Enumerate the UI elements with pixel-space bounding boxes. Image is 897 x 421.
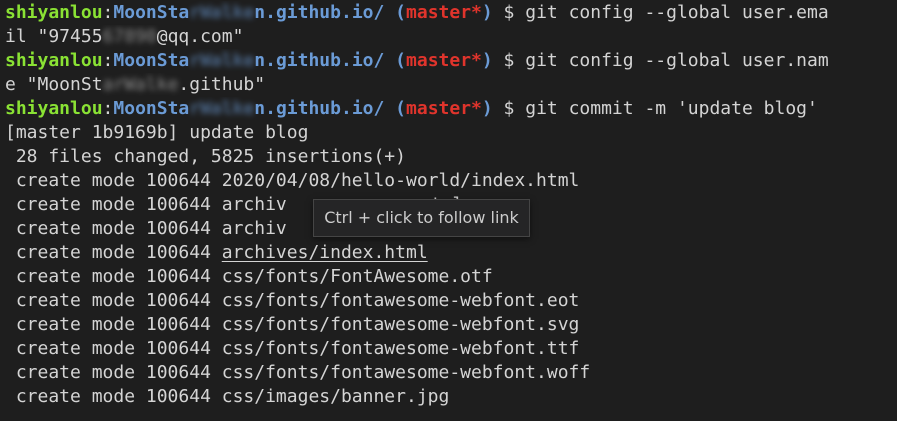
create-prefix: create mode 100644 <box>5 218 222 239</box>
command-text: e "MoonSt <box>5 74 103 95</box>
terminal-line: shiyanlou:MoonStarWalken.github.io/ (mas… <box>5 1 897 25</box>
summary-line: 28 files changed, 5825 insertions(+) <box>5 146 406 167</box>
prompt-path-start: MoonSta <box>113 98 190 119</box>
prompt-path: MoonStarWalken.github.io/ <box>113 2 384 23</box>
create-line: create mode 100644 css/fonts/fontawesome… <box>5 313 897 337</box>
create-prefix: create mode 100644 <box>5 242 222 263</box>
prompt-path-end: n.github.io/ <box>254 2 385 23</box>
create-prefix: create mode 100644 <box>5 338 222 359</box>
file-link[interactable]: css/fonts/fontawesome-webfont.ttf <box>222 338 580 359</box>
command-text: git config --global user.ema <box>525 2 829 23</box>
file-link[interactable]: css/fonts/fontawesome-webfont.woff <box>222 362 590 383</box>
prompt-dollar: $ <box>492 50 526 71</box>
create-prefix: create mode 100644 <box>5 194 222 215</box>
prompt-branch-open: ( <box>384 2 407 23</box>
file-link[interactable]: css/fonts/fontawesome-webfont.eot <box>222 290 580 311</box>
prompt-path-start: MoonSta <box>113 2 190 23</box>
commit-line: [master 1b9169b] update blog <box>5 122 309 143</box>
create-prefix: create mode 100644 <box>5 386 222 407</box>
redacted-text: arWalke <box>102 74 179 95</box>
terminal-line: shiyanlou:MoonStarWalken.github.io/ (mas… <box>5 97 897 121</box>
prompt-branch-close: ) <box>481 2 493 23</box>
prompt-separator: : <box>102 2 114 23</box>
create-prefix: create mode 100644 <box>5 170 222 191</box>
prompt-branch-close: ) <box>481 98 493 119</box>
file-link[interactable]: archiv <box>222 194 287 215</box>
redacted-text: rWalke <box>189 98 255 119</box>
terminal-line: e "MoonStarWalke.github" <box>5 73 897 97</box>
file-link[interactable]: css/images/banner.jpg <box>222 386 450 407</box>
create-line: create mode 100644 css/fonts/fontawesome… <box>5 337 897 361</box>
prompt-user: shiyanlou <box>5 98 103 119</box>
create-line: create mode 100644 archives/index.html <box>5 241 897 265</box>
file-link[interactable]: css/fonts/FontAwesome.otf <box>222 266 493 287</box>
file-link[interactable]: css/fonts/fontawesome-webfont.svg <box>222 314 580 335</box>
create-prefix: create mode 100644 <box>5 314 222 335</box>
redacted-text: rWalke <box>189 2 255 23</box>
prompt-user: shiyanlou <box>5 2 103 23</box>
create-line: create mode 100644 css/images/banner.jpg <box>5 385 897 409</box>
prompt-path-end: n.github.io/ <box>254 50 385 71</box>
file-link[interactable]: 2020/04/08/hello-world/index.html <box>222 170 580 191</box>
create-line: create mode 100644 css/fonts/fontawesome… <box>5 289 897 313</box>
create-prefix: create mode 100644 <box>5 266 222 287</box>
create-line: create mode 100644 2020/04/08/hello-worl… <box>5 169 897 193</box>
prompt-separator: : <box>102 50 114 71</box>
command-text: il "97455 <box>5 26 103 47</box>
redacted-text: 67890 <box>102 26 157 47</box>
redacted-text: rWalke <box>189 50 255 71</box>
prompt-dollar: $ <box>492 98 526 119</box>
file-link[interactable]: archiv <box>222 218 287 239</box>
prompt-branch-open: ( <box>384 98 407 119</box>
create-prefix: create mode 100644 <box>5 362 222 383</box>
prompt-separator: : <box>102 98 114 119</box>
command-text: git commit -m 'update blog' <box>525 98 818 119</box>
prompt-branch-open: ( <box>384 50 407 71</box>
prompt-path: MoonStarWalken.github.io/ <box>113 98 384 119</box>
link-tooltip: Ctrl + click to follow link <box>313 199 530 237</box>
command-text: @qq.com" <box>156 26 244 47</box>
prompt-branch: master* <box>406 2 482 23</box>
terminal-line: il "9745567890@qq.com" <box>5 25 897 49</box>
prompt-dollar: $ <box>492 2 526 23</box>
prompt-branch: master* <box>406 50 482 71</box>
create-line: create mode 100644 css/fonts/FontAwesome… <box>5 265 897 289</box>
prompt-path-end: n.github.io/ <box>254 98 385 119</box>
command-text: git config --global user.nam <box>525 50 829 71</box>
prompt-path: MoonStarWalken.github.io/ <box>113 50 384 71</box>
create-line: create mode 100644 css/fonts/fontawesome… <box>5 361 897 385</box>
command-text: .github" <box>178 74 266 95</box>
prompt-branch-close: ) <box>481 50 493 71</box>
terminal-line: shiyanlou:MoonStarWalken.github.io/ (mas… <box>5 49 897 73</box>
prompt-path-start: MoonSta <box>113 50 190 71</box>
prompt-user: shiyanlou <box>5 50 103 71</box>
file-link-hovered[interactable]: archives/index.html <box>222 242 428 263</box>
prompt-branch: master* <box>406 98 482 119</box>
create-prefix: create mode 100644 <box>5 290 222 311</box>
